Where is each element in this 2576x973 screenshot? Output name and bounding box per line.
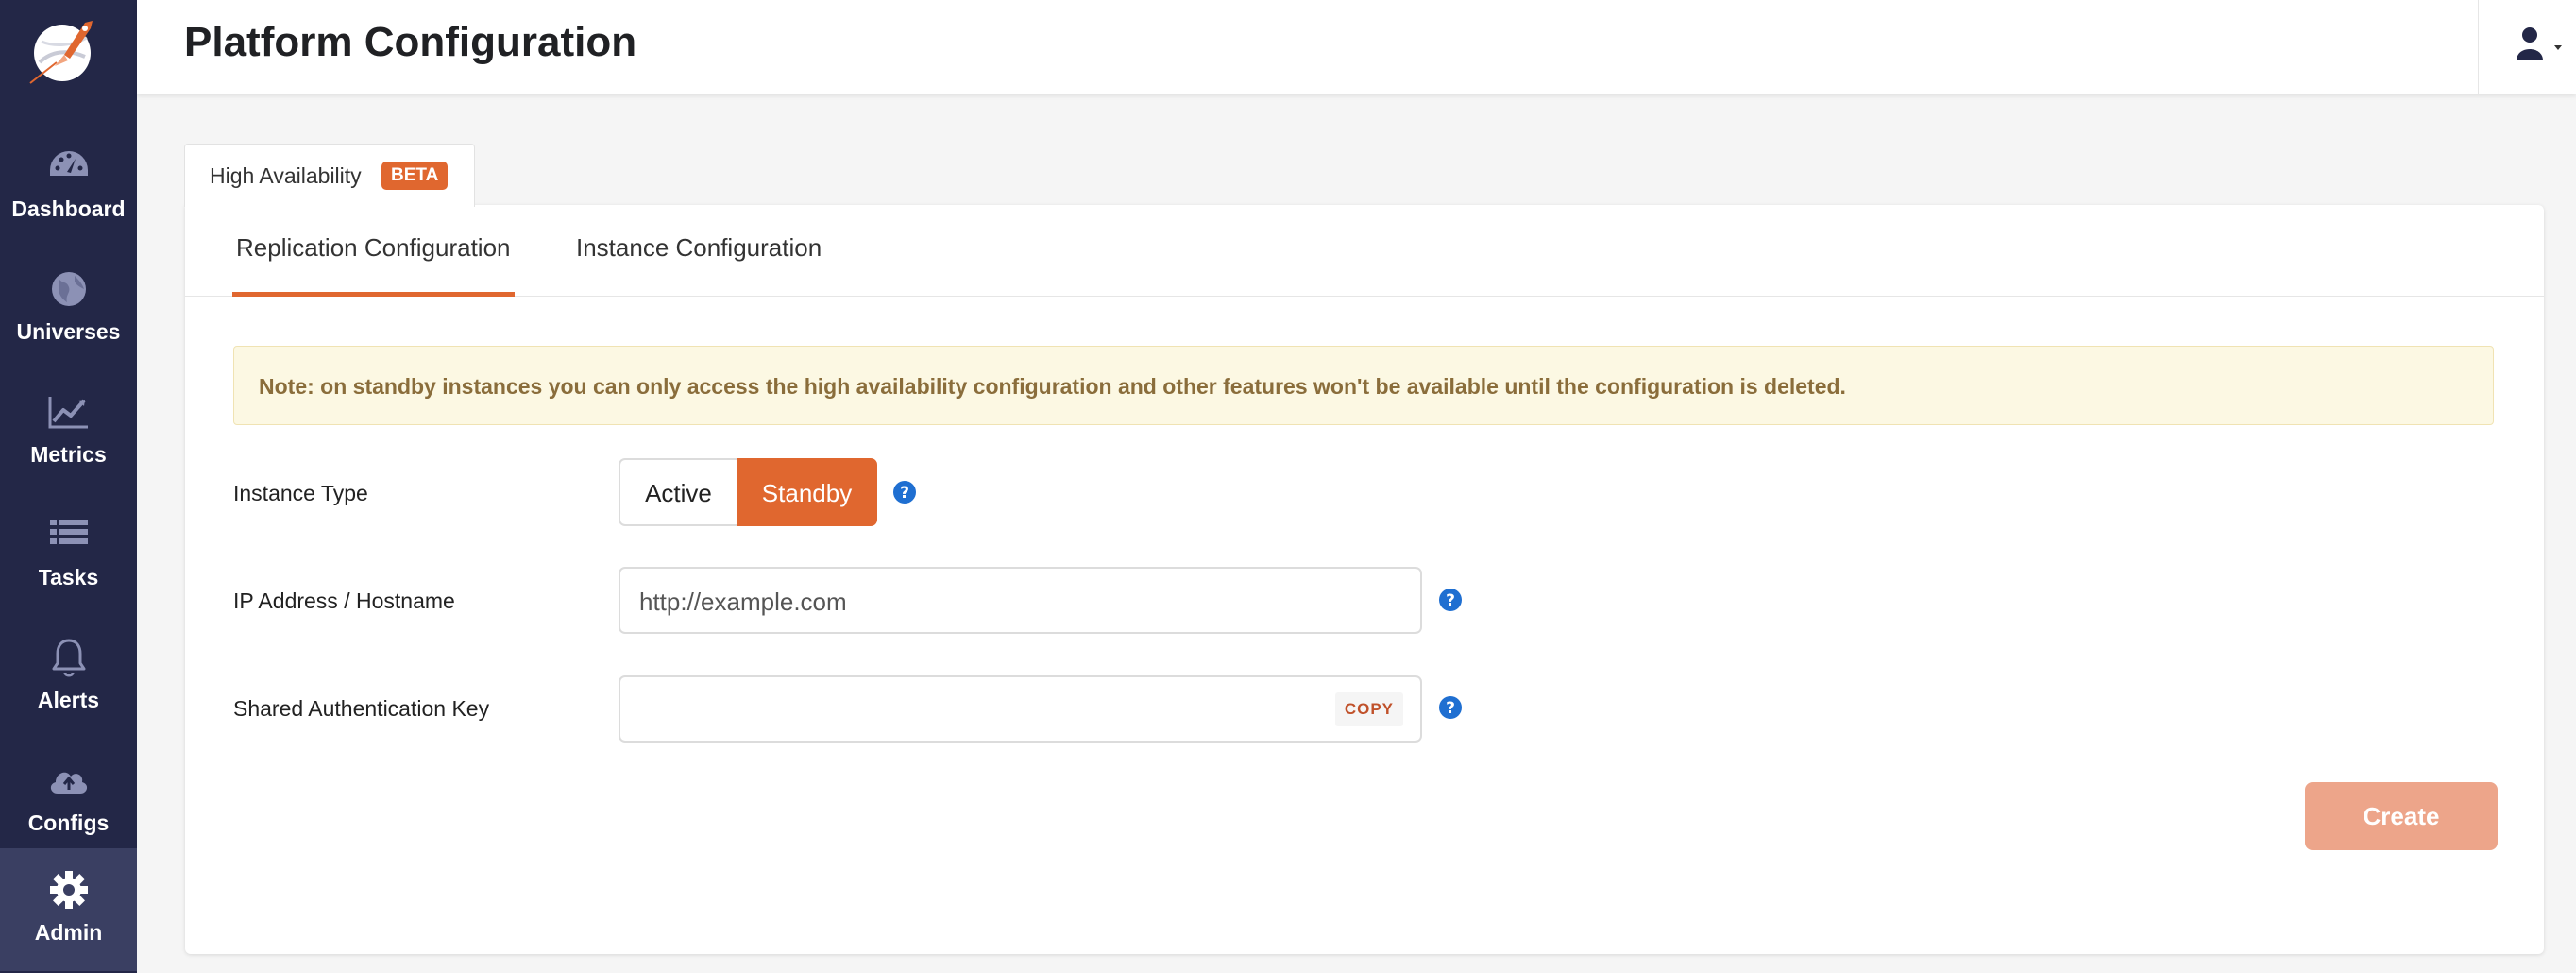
- user-icon: [2517, 27, 2562, 60]
- svg-text:?: ?: [1446, 591, 1455, 610]
- tab-replication-configuration[interactable]: Replication Configuration: [232, 233, 515, 297]
- sidebar-item-label: Metrics: [30, 442, 107, 467]
- active-option-button[interactable]: Active: [619, 458, 737, 526]
- app-logo[interactable]: [26, 13, 100, 87]
- sidebar-item-alerts[interactable]: Alerts: [0, 614, 137, 737]
- standby-note: Note: on standby instances you can only …: [233, 346, 2494, 425]
- instance-type-label: Instance Type: [233, 481, 368, 505]
- ip-address-value: http://example.com: [639, 588, 847, 616]
- caret-down-icon: [2554, 45, 2562, 50]
- tab-label: High Availability: [210, 163, 362, 188]
- svg-text:?: ?: [1446, 699, 1455, 718]
- cloud-upload-icon: [50, 772, 87, 794]
- sidebar-item-label: Alerts: [37, 688, 100, 712]
- ip-address-label: IP Address / Hostname: [233, 589, 455, 613]
- beta-badge: BETA: [381, 162, 449, 190]
- sidebar-item-label: Dashboard: [11, 196, 126, 221]
- instance-type-toggle: Active Standby: [619, 458, 877, 526]
- sidebar-item-configs[interactable]: Configs: [0, 737, 137, 860]
- sidebar: Dashboard Universes Metrics Tasks Alerts…: [0, 0, 137, 973]
- sidebar-item-dashboard[interactable]: Dashboard: [0, 123, 137, 246]
- sidebar-item-metrics[interactable]: Metrics: [0, 368, 137, 491]
- sidebar-item-label: Configs: [27, 811, 110, 835]
- line-chart-icon: [48, 397, 88, 429]
- gauge-icon: [49, 151, 88, 176]
- user-menu[interactable]: [2478, 0, 2576, 94]
- sidebar-item-label: Tasks: [38, 565, 99, 589]
- help-icon[interactable]: ?: [1438, 588, 1463, 612]
- sidebar-item-label: Universes: [16, 319, 121, 344]
- bell-icon: [52, 639, 85, 677]
- config-panel: Replication Configuration Instance Confi…: [185, 205, 2544, 954]
- sidebar-item-admin[interactable]: Admin: [0, 848, 137, 971]
- shared-key-input[interactable]: COPY: [619, 675, 1422, 743]
- ip-address-input[interactable]: http://example.com: [619, 567, 1422, 634]
- copy-button[interactable]: COPY: [1334, 692, 1403, 726]
- list-icon: [49, 520, 88, 544]
- tab-instance-configuration[interactable]: Instance Configuration: [576, 233, 822, 263]
- standby-option-button[interactable]: Standby: [737, 458, 877, 526]
- sidebar-item-universes[interactable]: Universes: [0, 246, 137, 368]
- create-button[interactable]: Create: [2305, 782, 2498, 850]
- top-header: Platform Configuration: [137, 0, 2576, 94]
- tab-high-availability[interactable]: High Availability BETA: [184, 144, 475, 207]
- gear-icon: [49, 871, 88, 909]
- help-icon[interactable]: ?: [1438, 695, 1463, 720]
- inner-tabs: Replication Configuration Instance Confi…: [185, 205, 2544, 297]
- page-title: Platform Configuration: [184, 19, 637, 65]
- note-text: Note: on standby instances you can only …: [259, 374, 1846, 399]
- globe-icon: [51, 272, 86, 306]
- sidebar-item-tasks[interactable]: Tasks: [0, 491, 137, 614]
- sidebar-item-label: Admin: [34, 920, 103, 945]
- shared-key-label: Shared Authentication Key: [233, 696, 490, 721]
- help-icon[interactable]: ?: [892, 480, 917, 504]
- svg-text:?: ?: [900, 484, 909, 503]
